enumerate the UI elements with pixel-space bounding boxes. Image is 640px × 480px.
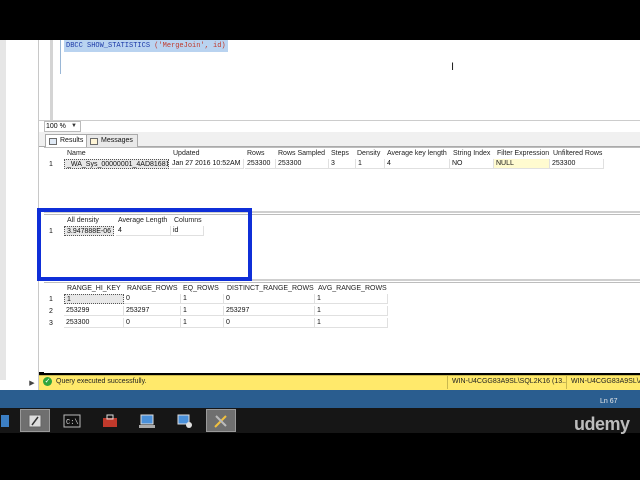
table-cell[interactable]: 253300 [550,159,604,169]
table-cell[interactable]: 0 [224,294,315,304]
row-number[interactable]: 2 [49,307,53,317]
column-header[interactable]: Filter Expression [497,149,549,159]
column-header[interactable]: Average key length [387,149,447,159]
table-cell[interactable]: 1 [181,318,224,328]
command-prompt-icon[interactable]: C:\ [57,409,87,432]
column-header[interactable]: Rows [247,149,265,159]
row-number[interactable]: 1 [49,160,53,170]
table-cell[interactable]: 253300 [245,159,276,169]
column-header[interactable]: DISTINCT_RANGE_ROWS [227,284,314,294]
table-cell[interactable]: 3 [329,159,356,169]
table-cell[interactable]: 4 [385,159,450,169]
results-grid-icon [49,137,57,145]
tab-results[interactable]: Results [45,134,91,147]
tab-messages[interactable]: Messages [86,134,138,147]
code-keyword: DBCC SHOW_STATISTICS [66,42,151,50]
column-header[interactable]: String Index [453,149,490,159]
table-cell[interactable]: 253300 [64,318,124,328]
editor-status-strip [0,390,640,408]
column-header[interactable]: Unfiltered Rows [553,149,602,159]
column-header[interactable]: RANGE_ROWS [127,284,178,294]
scroll-right-arrow-icon[interactable]: ▶ [27,380,37,388]
status-message: Query executed successfully. [56,378,147,385]
bottom-letterbox [0,433,640,480]
chevron-down-icon[interactable]: ▼ [71,121,77,131]
svg-text:C:\: C:\ [66,419,79,427]
table-cell[interactable]: NULL [494,159,550,169]
table-cell[interactable]: 253299 [64,306,124,316]
tab-messages-label: Messages [101,137,133,144]
column-header[interactable]: Name [67,149,86,159]
column-header[interactable]: Density [357,149,380,159]
editor-change-marker [60,40,61,74]
table-cell[interactable]: 1 [181,306,224,316]
table-cell[interactable]: 253297 [224,306,315,316]
messages-icon [90,137,98,145]
table-cell[interactable]: 0 [124,294,181,304]
table-cell[interactable]: 253297 [124,306,181,316]
row-number[interactable]: 1 [49,295,53,305]
server-manager-icon[interactable] [0,409,12,432]
server-name: WIN-U4CGG83A9SL\SQL2K16 (13... [447,375,567,389]
column-header[interactable]: EQ_ROWS [183,284,219,294]
query-editor[interactable] [39,40,640,120]
column-header[interactable]: Rows Sampled [278,149,325,159]
tab-results-label: Results [60,137,84,144]
table-cell[interactable]: NO [450,159,494,169]
row-number[interactable]: 3 [49,319,53,329]
table-cell[interactable]: 1 [64,294,124,304]
network-icon[interactable] [132,409,162,432]
table-cell[interactable]: 1 [315,306,388,316]
table-cell[interactable]: 1 [181,294,224,304]
highlight-annotation-box [37,208,252,281]
object-explorer-scrollbar[interactable] [0,40,6,380]
editor-margin [50,40,53,120]
code-arguments: ('MergeJoin', id) [150,42,226,50]
line-number: Ln 67 [600,398,618,405]
ssms-tools-icon[interactable] [206,409,236,432]
top-letterbox [0,0,640,40]
database-connection-icon[interactable] [170,409,200,432]
powershell-icon[interactable] [20,409,50,432]
table-cell[interactable]: 0 [224,318,315,328]
table-cell[interactable]: 1 [356,159,385,169]
toolbox-icon[interactable] [95,409,125,432]
user-name: WIN-U4CGG83A9SL\A [566,375,640,389]
table-cell[interactable]: 0 [124,318,181,328]
table-cell[interactable]: 1 [315,318,388,328]
table-cell[interactable]: Jan 27 2016 10:52AM [170,159,244,169]
column-header[interactable]: Steps [331,149,349,159]
column-header[interactable]: AVG_RANGE_ROWS [318,284,387,294]
column-header[interactable]: RANGE_HI_KEY [67,284,121,294]
column-header[interactable]: Updated [173,149,199,159]
udemy-watermark: udemy [574,414,630,434]
checkmark-icon: ✓ [43,377,52,386]
text-cursor-icon: I [451,61,455,73]
table-cell[interactable]: 253300 [276,159,329,169]
code-line-selected[interactable]: DBCC SHOW_STATISTICS ('MergeJoin', id) [64,40,228,52]
table-cell[interactable]: _WA_Sys_00000001_4AD81681 [64,159,169,169]
table-cell[interactable]: 1 [315,294,388,304]
